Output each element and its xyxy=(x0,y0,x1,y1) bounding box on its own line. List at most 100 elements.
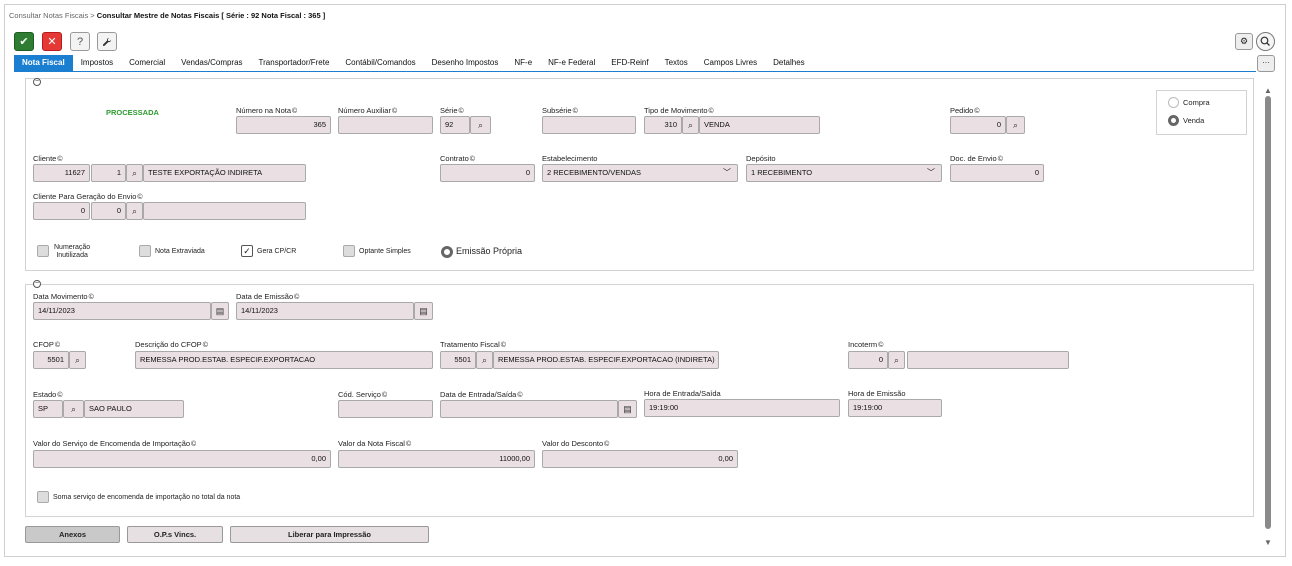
contrato-field[interactable]: 0 xyxy=(440,164,535,182)
scrollbar-thumb[interactable] xyxy=(1265,96,1271,529)
emissao-propria-toggle[interactable] xyxy=(441,246,453,258)
tipo-movimento-code-field[interactable]: 310 xyxy=(644,116,682,134)
tratamento-fiscal-label: Tratamento Fiscal© xyxy=(440,340,506,349)
collapse-icon[interactable]: − xyxy=(33,280,41,288)
tab-nf-e-federal[interactable]: NF-e Federal xyxy=(540,55,603,71)
numero-auxiliar-field[interactable] xyxy=(338,116,433,134)
tratamento-fiscal-search-icon[interactable]: ⌕ xyxy=(476,351,493,369)
radio-venda[interactable] xyxy=(1168,115,1179,126)
tab-desenho-impostos[interactable]: Desenho Impostos xyxy=(424,55,507,71)
tab-bar: Nota Fiscal Impostos Comercial Vendas/Compr… xyxy=(14,55,813,71)
tab-cont-bil-comandos[interactable]: Contábil/Comandos xyxy=(337,55,423,71)
estado-uf-field[interactable]: SP xyxy=(33,400,63,418)
tipo-movimento-label: Tipo de Movimento© xyxy=(644,106,714,115)
serie-search-icon[interactable]: ⌕ xyxy=(470,116,491,134)
tratamento-fiscal-code-field[interactable]: 5501 xyxy=(440,351,476,369)
gear-icon: ⚙ xyxy=(1239,36,1249,46)
cfop-search-icon[interactable]: ⌕ xyxy=(69,351,86,369)
serie-field[interactable]: 92 xyxy=(440,116,470,134)
emissao-propria-label: Emissão Própria xyxy=(456,246,523,256)
scroll-up-icon[interactable]: ▲ xyxy=(1264,86,1272,95)
liberar-impressao-button[interactable]: Liberar para Impressão xyxy=(230,526,429,543)
hora-emissao-field[interactable]: 19:19:00 xyxy=(848,399,942,417)
cod-servico-label: Cód. Serviço© xyxy=(338,390,388,399)
valor-servico-field[interactable]: 0,00 xyxy=(33,450,331,468)
tab-detalhes[interactable]: Detalhes xyxy=(765,55,813,71)
chevron-down-icon: ﹀ xyxy=(723,168,731,177)
valor-desconto-field[interactable]: 0,00 xyxy=(542,450,738,468)
chevron-down-icon: ﹀ xyxy=(927,168,935,177)
search-button[interactable] xyxy=(1256,32,1275,51)
numeracao-inutilizada-checkbox[interactable] xyxy=(37,245,49,257)
numero-nota-field[interactable]: 365 xyxy=(236,116,331,134)
data-emissao-field[interactable]: 14/11/2023 xyxy=(236,302,414,320)
radio-compra[interactable] xyxy=(1168,97,1179,108)
ellipsis-icon: ··· xyxy=(1262,58,1270,67)
cliente-envio-search-icon[interactable]: ⌕ xyxy=(126,202,143,220)
calendar-icon[interactable]: ▤ xyxy=(211,302,229,320)
hora-entrada-field[interactable]: 19:19:00 xyxy=(644,399,840,417)
tab-vendas-compras[interactable]: Vendas/Compras xyxy=(173,55,250,71)
scroll-down-icon[interactable]: ▼ xyxy=(1264,538,1272,547)
cancel-button[interactable]: ✕ xyxy=(42,32,62,51)
cliente-search-icon[interactable]: ⌕ xyxy=(126,164,143,182)
incoterm-search-icon[interactable]: ⌕ xyxy=(888,351,905,369)
hora-emissao-label: Hora de Emissão xyxy=(848,389,906,398)
subserie-field[interactable] xyxy=(542,116,636,134)
cod-servico-field[interactable] xyxy=(338,400,433,418)
cliente-name-field: TESTE EXPORTAÇÃO INDIRETA xyxy=(143,164,306,182)
tools-button[interactable] xyxy=(97,32,117,51)
tipo-movimento-search-icon[interactable]: ⌕ xyxy=(682,116,699,134)
pedido-search-icon[interactable]: ⌕ xyxy=(1006,116,1025,134)
data-movimento-field[interactable]: 14/11/2023 xyxy=(33,302,211,320)
ops-vinculadas-button[interactable]: O.P.s Vincs. xyxy=(127,526,223,543)
cliente-code-field[interactable]: 11627 xyxy=(33,164,90,182)
cliente-envio-code-field[interactable]: 0 xyxy=(33,202,90,220)
tab-textos[interactable]: Textos xyxy=(657,55,696,71)
pedido-field[interactable]: 0 xyxy=(950,116,1006,134)
data-entrada-field[interactable] xyxy=(440,400,618,418)
contrato-label: Contrato© xyxy=(440,154,475,163)
anexos-button[interactable]: Anexos xyxy=(25,526,120,543)
doc-envio-label: Doc. de Envio© xyxy=(950,154,1003,163)
tab-transportador-frete[interactable]: Transportador/Frete xyxy=(251,55,338,71)
more-options-button[interactable]: ··· xyxy=(1257,55,1275,72)
radio-compra-label: Compra xyxy=(1183,98,1210,107)
breadcrumb-parent[interactable]: Consultar Notas Fiscais xyxy=(9,11,88,20)
tab-comercial[interactable]: Comercial xyxy=(121,55,173,71)
descricao-cfop-field: REMESSA PROD.ESTAB. ESPECIF.EXPORTACAO xyxy=(135,351,433,369)
tab-impostos[interactable]: Impostos xyxy=(73,55,121,71)
estabelecimento-select[interactable]: 2 RECEBIMENTO/VENDAS ﹀ xyxy=(542,164,738,182)
cliente-envio-seq-field[interactable]: 0 xyxy=(91,202,126,220)
cfop-field[interactable]: 5501 xyxy=(33,351,69,369)
tipo-nota-radio-group xyxy=(1156,90,1247,135)
collapse-icon[interactable]: − xyxy=(33,78,41,86)
info-icon: © xyxy=(294,294,300,301)
tab-campos-livres[interactable]: Campos Livres xyxy=(696,55,765,71)
optante-simples-checkbox[interactable] xyxy=(343,245,355,257)
estado-search-icon[interactable]: ⌕ xyxy=(63,400,84,418)
help-button[interactable]: ? xyxy=(70,32,90,51)
info-icon: © xyxy=(88,294,94,301)
deposito-select[interactable]: 1 RECEBIMENTO ﹀ xyxy=(746,164,942,182)
gera-cp-checkbox[interactable]: ✓ xyxy=(241,245,253,257)
cliente-seq-field[interactable]: 1 xyxy=(91,164,126,182)
tab-nota-fiscal[interactable]: Nota Fiscal xyxy=(14,55,73,71)
soma-servico-checkbox[interactable] xyxy=(37,491,49,503)
tab-efd-reinf[interactable]: EFD-Reinf xyxy=(603,55,656,71)
calendar-icon[interactable]: ▤ xyxy=(618,400,637,418)
nota-extraviada-checkbox[interactable] xyxy=(139,245,151,257)
valor-nota-field[interactable]: 11000,00 xyxy=(338,450,535,468)
settings-button[interactable]: ⚙ xyxy=(1235,33,1253,50)
breadcrumb-separator: > xyxy=(90,11,95,20)
tab-nf-e[interactable]: NF-e xyxy=(506,55,540,71)
cfop-label: CFOP© xyxy=(33,340,61,349)
confirm-button[interactable]: ✔ xyxy=(14,32,34,51)
doc-envio-field[interactable]: 0 xyxy=(950,164,1044,182)
close-icon: ✕ xyxy=(47,36,57,48)
vertical-scrollbar[interactable]: ▲ ▼ xyxy=(1263,86,1273,552)
info-icon: © xyxy=(878,342,884,349)
calendar-icon[interactable]: ▤ xyxy=(414,302,433,320)
info-icon: © xyxy=(708,108,714,115)
incoterm-code-field[interactable]: 0 xyxy=(848,351,888,369)
